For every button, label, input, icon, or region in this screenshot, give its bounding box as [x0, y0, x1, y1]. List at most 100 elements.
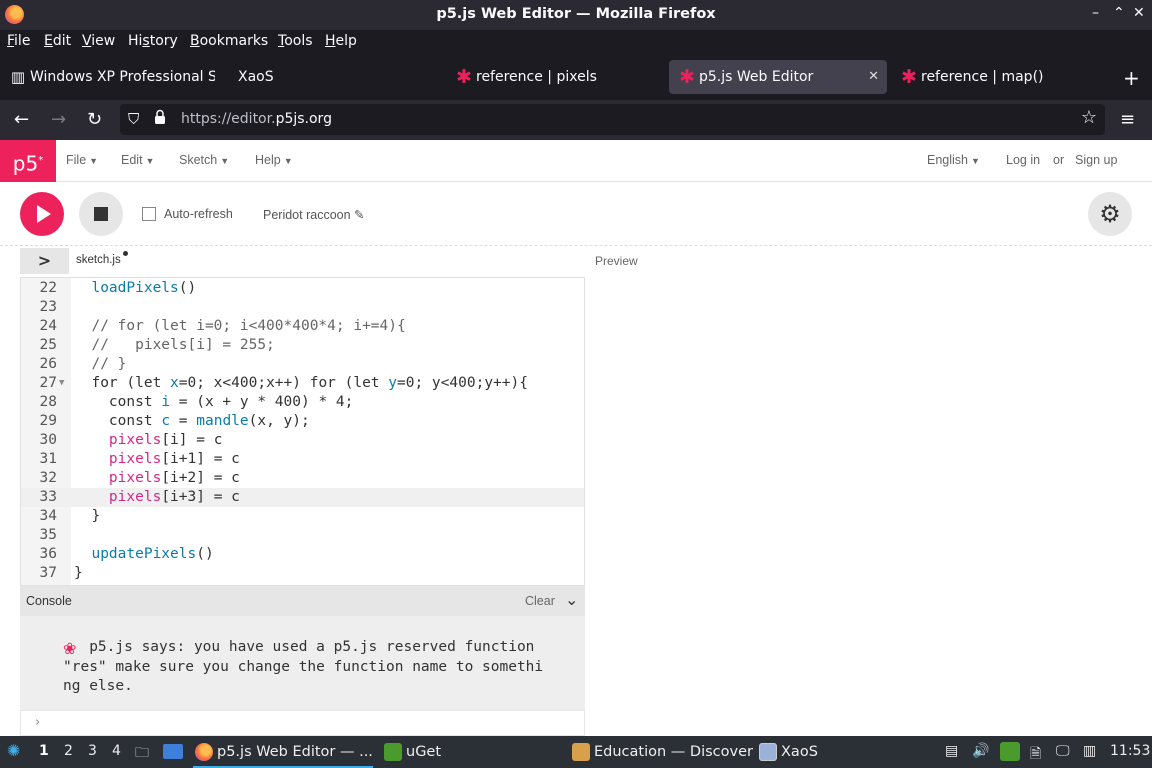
menu-view[interactable]: View: [82, 33, 115, 49]
hamburger-menu-icon[interactable]: ≡: [1120, 109, 1135, 130]
menu-tools[interactable]: Tools: [278, 33, 313, 49]
close-window-button[interactable]: ✕: [1133, 5, 1145, 21]
notes-icon[interactable]: 🗎: [1030, 743, 1041, 767]
code-line[interactable]: 31 pixels[i+1] = c: [21, 450, 584, 469]
menu-help[interactable]: Help: [325, 33, 357, 49]
code-text: pixels[i] = c: [108, 432, 223, 448]
code-line[interactable]: 33 pixels[i+3] = c: [21, 488, 584, 507]
tab-xaos[interactable]: XaoS: [208, 60, 438, 94]
code-editor[interactable]: 22 loadPixels() 23 24 // for (let i=0; i<4…: [20, 277, 585, 586]
display-icon[interactable]: 🖵: [1056, 743, 1070, 759]
task-label: p5.js Web Editor — ...: [217, 744, 373, 760]
play-button[interactable]: [20, 192, 64, 236]
volume-icon[interactable]: 🔊: [972, 743, 989, 759]
collapse-console-icon[interactable]: ⌄: [565, 590, 578, 609]
p5-logo[interactable]: p5*: [0, 140, 56, 182]
login-link[interactable]: Log in: [1006, 153, 1040, 167]
code-line[interactable]: 32 pixels[i+2] = c: [21, 469, 584, 488]
taskbar: ✺ 1 2 3 4 🗀 p5.js Web Editor — ... uGet …: [0, 736, 1152, 768]
code-line[interactable]: 25 // pixels[i] = 255;: [21, 336, 584, 355]
task-firefox[interactable]: p5.js Web Editor — ...: [193, 736, 373, 768]
stop-button[interactable]: [79, 192, 123, 236]
settings-gear-icon[interactable]: ⚙: [1088, 192, 1132, 236]
pencil-icon[interactable]: ✎: [354, 208, 364, 222]
forward-icon[interactable]: →: [51, 109, 66, 130]
auto-refresh-checkbox[interactable]: [142, 207, 156, 221]
line-number: 35: [39, 527, 57, 543]
workspace-4[interactable]: 4: [112, 743, 121, 759]
console-prompt-icon: ›: [35, 715, 41, 730]
task-label: Education — Discover: [594, 744, 753, 760]
task-discover[interactable]: Education — Discover: [570, 736, 753, 768]
tab-label: Windows XP Professional S: [30, 69, 215, 85]
menu-file[interactable]: File: [7, 33, 30, 49]
tab-label: p5.js Web Editor: [699, 69, 814, 85]
code-line[interactable]: 24 // for (let i=0; i<400*400*4; i+=4){: [21, 317, 584, 336]
code-line[interactable]: 29 const c = mandle(x, y);: [21, 412, 584, 431]
console-output: ❀ p5.js says: you have used a p5.js rese…: [20, 616, 585, 710]
expand-sidebar-button[interactable]: >: [20, 248, 69, 274]
discover-icon: [572, 743, 590, 761]
p5-menu-help[interactable]: Help ▼: [255, 153, 293, 167]
code-text: loadPixels(): [91, 280, 197, 296]
code-text: }: [74, 508, 101, 524]
code-line[interactable]: 35: [21, 526, 584, 545]
menu-history[interactable]: History: [128, 33, 178, 49]
fold-arrow-icon[interactable]: ▼: [59, 374, 64, 393]
shield-icon[interactable]: ⛉: [128, 110, 139, 128]
code-line[interactable]: 26 // }: [21, 355, 584, 374]
file-manager-icon[interactable]: 🗀: [135, 742, 149, 766]
code-text: // pixels[i] = 255;: [74, 337, 275, 353]
network-icon[interactable]: ▥: [1083, 743, 1096, 759]
code-text: // for (let i=0; i<400*400*4; i+=4){: [74, 318, 406, 334]
maximize-button[interactable]: ⌃: [1113, 5, 1125, 21]
code-line[interactable]: 23: [21, 298, 584, 317]
code-text: }: [74, 565, 83, 581]
code-line[interactable]: 36 updatePixels(): [21, 545, 584, 564]
p5-menu-edit[interactable]: Edit ▼: [121, 153, 154, 167]
desktop-icon[interactable]: [163, 744, 183, 759]
tab-reference-pixels[interactable]: ✱ reference | pixels: [446, 60, 661, 94]
tab-reference-map[interactable]: ✱ reference | map(): [891, 60, 1111, 94]
console-input[interactable]: ›: [20, 710, 585, 736]
back-icon[interactable]: ←: [14, 109, 29, 130]
language-selector[interactable]: English ▼: [927, 153, 980, 167]
tab-p5-web-editor[interactable]: ✱ p5.js Web Editor ✕: [669, 60, 887, 94]
new-tab-icon[interactable]: +: [1123, 66, 1140, 90]
code-line[interactable]: 30 pixels[i] = c: [21, 431, 584, 450]
tab-windows-xp[interactable]: ▥ Windows XP Professional S: [0, 60, 215, 94]
task-uget[interactable]: uGet: [382, 736, 482, 768]
url-bar[interactable]: ⛉ https://editor.p5js.org ☆: [120, 104, 1105, 135]
file-tab[interactable]: sketch.js: [76, 251, 128, 266]
line-number: 27: [39, 375, 57, 391]
minimize-button[interactable]: –: [1092, 5, 1099, 21]
reload-icon[interactable]: ↻: [87, 109, 102, 130]
p5-menu-file[interactable]: File ▼: [66, 153, 98, 167]
close-tab-icon[interactable]: ✕: [868, 60, 879, 94]
workspace-3[interactable]: 3: [88, 743, 97, 759]
line-number: 37: [39, 565, 57, 581]
menu-edit[interactable]: Edit: [44, 33, 71, 49]
code-text: pixels[i+1] = c: [108, 451, 240, 467]
console-clear-button[interactable]: Clear: [525, 594, 555, 608]
bookmark-star-icon[interactable]: ☆: [1081, 107, 1097, 128]
workspace-1[interactable]: 1: [39, 743, 49, 759]
url-text[interactable]: https://editor.p5js.org: [181, 111, 332, 127]
code-line[interactable]: 37}: [21, 564, 584, 583]
code-text: updatePixels(): [91, 546, 214, 562]
lock-icon[interactable]: [154, 109, 166, 125]
workspace-2[interactable]: 2: [64, 743, 73, 759]
code-line[interactable]: 27 ▼ for (let x=0; x<400;x++) for (let y=…: [21, 374, 584, 393]
line-number: 31: [39, 451, 57, 467]
code-line[interactable]: 22 loadPixels(): [21, 279, 584, 298]
code-line[interactable]: 34 }: [21, 507, 584, 526]
app-launcher-icon[interactable]: ✺: [7, 741, 20, 760]
clipboard-icon[interactable]: ▤: [945, 743, 958, 759]
sketch-name[interactable]: Peridot raccoon ✎: [263, 207, 365, 222]
p5-menu-sketch[interactable]: Sketch ▼: [179, 153, 229, 167]
uget-tray-icon[interactable]: [1000, 742, 1020, 761]
signup-link[interactable]: Sign up: [1075, 153, 1117, 167]
code-line[interactable]: 28 const i = (x + y * 400) * 4;: [21, 393, 584, 412]
menu-bookmarks[interactable]: Bookmarks: [190, 33, 268, 49]
task-xaos[interactable]: XaoS: [757, 736, 837, 768]
